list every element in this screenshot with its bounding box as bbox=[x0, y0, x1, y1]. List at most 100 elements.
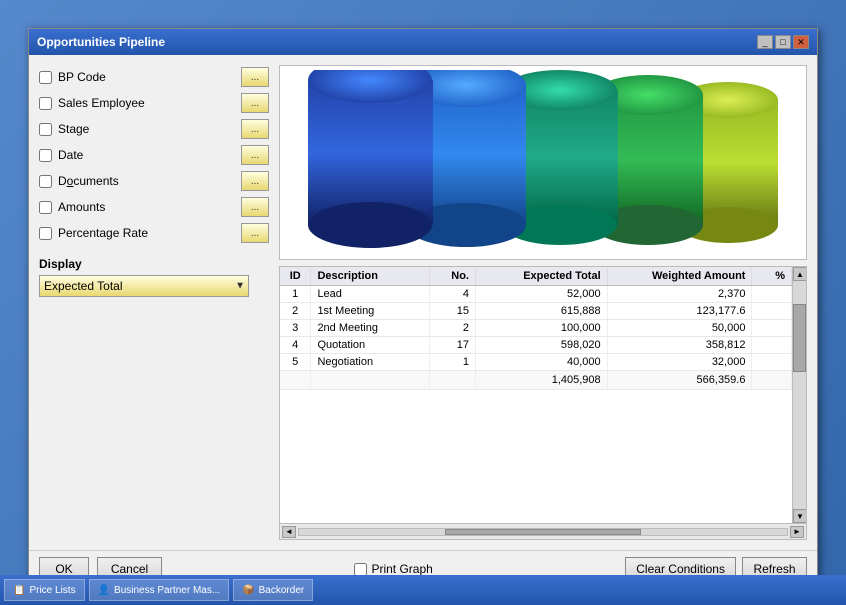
cell-desc-5: Negotiation bbox=[311, 354, 429, 371]
date-checkbox[interactable] bbox=[39, 149, 52, 162]
scroll-down-button[interactable]: ▼ bbox=[793, 509, 806, 523]
date-ellipsis-button[interactable]: ... bbox=[241, 145, 269, 165]
taskbar-icon-backorder: 📦 bbox=[242, 585, 254, 596]
display-label: Display bbox=[39, 257, 269, 271]
cell-total-pct bbox=[752, 371, 792, 390]
close-button[interactable]: ✕ bbox=[793, 35, 809, 49]
display-dropdown[interactable]: Expected Total Weighted Amount Count bbox=[39, 275, 249, 297]
cell-expected-3: 100,000 bbox=[476, 320, 608, 337]
h-scroll-track[interactable] bbox=[298, 528, 788, 536]
cell-pct-5 bbox=[752, 354, 792, 371]
stage-row: Stage ... bbox=[39, 117, 269, 141]
table-header-row: ID Description No. Expected Total Weight… bbox=[280, 267, 792, 286]
print-graph-checkbox[interactable] bbox=[354, 563, 367, 576]
documents-row: Documents ... bbox=[39, 169, 269, 193]
cell-no-1: 4 bbox=[429, 286, 475, 303]
table-row: 2 1st Meeting 15 615,888 123,177.6 bbox=[280, 303, 792, 320]
dialog-content: BP Code ... Sales Employee ... Stage ...… bbox=[29, 55, 817, 550]
cell-pct-2 bbox=[752, 303, 792, 320]
title-bar: Opportunities Pipeline _ □ ✕ bbox=[29, 29, 817, 55]
col-header-weighted-amount: Weighted Amount bbox=[607, 267, 752, 286]
sales-employee-label: Sales Employee bbox=[58, 96, 235, 110]
sales-employee-checkbox[interactable] bbox=[39, 97, 52, 110]
cell-total-id bbox=[280, 371, 311, 390]
taskbar-label-backorder: Backorder bbox=[259, 585, 305, 596]
minimize-button[interactable]: _ bbox=[757, 35, 773, 49]
sales-employee-row: Sales Employee ... bbox=[39, 91, 269, 115]
h-scroll-thumb[interactable] bbox=[445, 529, 640, 535]
cell-id-3: 3 bbox=[280, 320, 311, 337]
amounts-row: Amounts ... bbox=[39, 195, 269, 219]
table-scroll-area[interactable]: ID Description No. Expected Total Weight… bbox=[280, 267, 792, 523]
cell-pct-4 bbox=[752, 337, 792, 354]
bp-code-row: BP Code ... bbox=[39, 65, 269, 89]
documents-checkbox[interactable] bbox=[39, 175, 52, 188]
taskbar-label-business-partner: Business Partner Mas... bbox=[114, 585, 220, 596]
cell-expected-4: 598,020 bbox=[476, 337, 608, 354]
taskbar-icon-price-lists: 📋 bbox=[13, 585, 25, 596]
amounts-checkbox[interactable] bbox=[39, 201, 52, 214]
col-header-id: ID bbox=[280, 267, 311, 286]
percentage-rate-ellipsis-button[interactable]: ... bbox=[241, 223, 269, 243]
print-graph-section: Print Graph bbox=[354, 562, 432, 576]
documents-ellipsis-button[interactable]: ... bbox=[241, 171, 269, 191]
taskbar-label-price-lists: Price Lists bbox=[29, 585, 75, 596]
cell-no-5: 1 bbox=[429, 354, 475, 371]
table-inner: ID Description No. Expected Total Weight… bbox=[280, 267, 806, 523]
chart-svg bbox=[298, 70, 788, 255]
scroll-left-button[interactable]: ◄ bbox=[282, 526, 296, 538]
taskbar-item-business-partner[interactable]: 👤 Business Partner Mas... bbox=[89, 579, 230, 601]
taskbar-item-price-lists[interactable]: 📋 Price Lists bbox=[4, 579, 85, 601]
scroll-up-button[interactable]: ▲ bbox=[793, 267, 806, 281]
col-header-no: No. bbox=[429, 267, 475, 286]
amounts-ellipsis-button[interactable]: ... bbox=[241, 197, 269, 217]
stage-checkbox[interactable] bbox=[39, 123, 52, 136]
cell-pct-1 bbox=[752, 286, 792, 303]
cell-no-2: 15 bbox=[429, 303, 475, 320]
cell-desc-1: Lead bbox=[311, 286, 429, 303]
opportunities-pipeline-dialog: Opportunities Pipeline _ □ ✕ BP Code ...… bbox=[28, 28, 818, 588]
dialog-title: Opportunities Pipeline bbox=[37, 35, 165, 49]
display-dropdown-wrapper: Expected Total Weighted Amount Count ▼ bbox=[39, 275, 249, 297]
date-label: Date bbox=[58, 148, 235, 162]
cell-expected-1: 52,000 bbox=[476, 286, 608, 303]
scroll-track[interactable] bbox=[793, 281, 806, 509]
cell-id-2: 2 bbox=[280, 303, 311, 320]
table-totals-row: 1,405,908 566,359.6 bbox=[280, 371, 792, 390]
cell-no-3: 2 bbox=[429, 320, 475, 337]
title-bar-buttons: _ □ ✕ bbox=[757, 35, 809, 49]
cell-weighted-5: 32,000 bbox=[607, 354, 752, 371]
col-header-expected-total: Expected Total bbox=[476, 267, 608, 286]
col-header-description: Description bbox=[311, 267, 429, 286]
bp-code-ellipsis-button[interactable]: ... bbox=[241, 67, 269, 87]
percentage-rate-checkbox[interactable] bbox=[39, 227, 52, 240]
table-row: 3 2nd Meeting 2 100,000 50,000 bbox=[280, 320, 792, 337]
cell-expected-2: 615,888 bbox=[476, 303, 608, 320]
percentage-rate-row: Percentage Rate ... bbox=[39, 221, 269, 245]
maximize-button[interactable]: □ bbox=[775, 35, 791, 49]
taskbar: 📋 Price Lists 👤 Business Partner Mas... … bbox=[0, 575, 846, 605]
bp-code-label: BP Code bbox=[58, 70, 235, 84]
sales-employee-ellipsis-button[interactable]: ... bbox=[241, 93, 269, 113]
cell-id-5: 5 bbox=[280, 354, 311, 371]
cell-id-1: 1 bbox=[280, 286, 311, 303]
right-panel: ID Description No. Expected Total Weight… bbox=[279, 65, 807, 540]
horizontal-scrollbar[interactable]: ◄ ► bbox=[280, 523, 806, 539]
left-panel: BP Code ... Sales Employee ... Stage ...… bbox=[39, 65, 269, 540]
cell-weighted-1: 2,370 bbox=[607, 286, 752, 303]
percentage-rate-label: Percentage Rate bbox=[58, 226, 235, 240]
vertical-scrollbar[interactable]: ▲ ▼ bbox=[792, 267, 806, 523]
cell-desc-3: 2nd Meeting bbox=[311, 320, 429, 337]
print-graph-label: Print Graph bbox=[371, 562, 432, 576]
date-row: Date ... bbox=[39, 143, 269, 167]
stage-ellipsis-button[interactable]: ... bbox=[241, 119, 269, 139]
bp-code-checkbox[interactable] bbox=[39, 71, 52, 84]
scroll-thumb[interactable] bbox=[793, 304, 806, 372]
taskbar-item-backorder[interactable]: 📦 Backorder bbox=[233, 579, 313, 601]
cell-desc-2: 1st Meeting bbox=[311, 303, 429, 320]
cell-weighted-2: 123,177.6 bbox=[607, 303, 752, 320]
stage-label: Stage bbox=[58, 122, 235, 136]
scroll-right-button[interactable]: ► bbox=[790, 526, 804, 538]
pipeline-chart bbox=[279, 65, 807, 260]
taskbar-icon-business-partner: 👤 bbox=[98, 585, 110, 596]
